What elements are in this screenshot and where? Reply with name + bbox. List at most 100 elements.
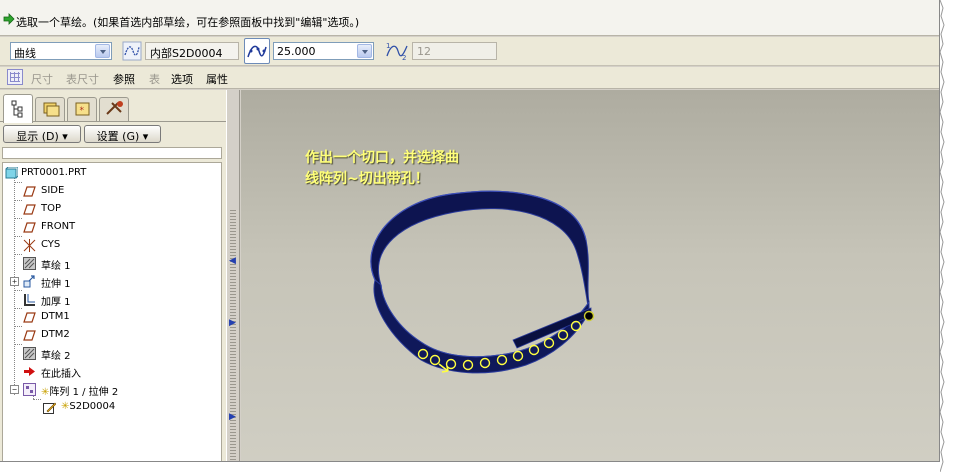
tree-item-thicken-1[interactable]: 加厚 1: [23, 292, 213, 308]
tab-properties[interactable]: 属性: [206, 71, 228, 87]
band-ring: [370, 190, 592, 374]
tree-item-top[interactable]: TOP: [23, 202, 213, 218]
tab-dimensions[interactable]: 尺寸: [31, 71, 53, 87]
tree-connector: [14, 236, 22, 237]
tree-item-side[interactable]: SIDE: [23, 184, 213, 200]
tree-connector: [14, 290, 22, 291]
pattern-type-select[interactable]: 曲线: [10, 42, 112, 60]
tree-item-s2d0004[interactable]: ✳S2D0004: [43, 400, 213, 416]
tree-connector: [14, 254, 22, 255]
tree-item-label: TOP: [41, 203, 62, 214]
tab-connections[interactable]: [99, 97, 129, 121]
dashboard-tabs: 尺寸 表尺寸 参照 表 选项 属性: [0, 67, 939, 89]
spacing-input[interactable]: 25.000: [273, 42, 374, 60]
connections-icon: [106, 101, 123, 115]
graphics-viewport[interactable]: 作出一个切口，并选择曲 线阵列~切出带孔！: [241, 90, 939, 461]
favorites-icon: *: [75, 102, 90, 116]
chevron-down-icon[interactable]: [357, 44, 372, 58]
member-count-icon[interactable]: 1 2: [385, 40, 409, 62]
tree-item-label: DTM1: [41, 311, 70, 322]
tree-item-pattern-1[interactable]: ✳阵列 1 / 拉伸 2: [23, 382, 213, 398]
pattern-icon: [23, 383, 36, 396]
extrude-icon: [23, 275, 35, 288]
datum-plane-icon: [23, 222, 36, 233]
curve-sketch-icon[interactable]: [122, 41, 142, 61]
application-window: 选取一个草绘。(如果首选内部草绘，可在参照面板中找到"编辑"选项。) 曲线 内部…: [0, 0, 940, 462]
tree-item-label: 草绘 2: [41, 351, 71, 362]
sketch-label: S2D0004: [69, 401, 116, 412]
splitter-grip[interactable]: [230, 210, 236, 460]
thicken-icon: [24, 294, 35, 306]
tree-connector: [14, 308, 22, 309]
tab-table-dimensions[interactable]: 表尺寸: [66, 71, 99, 87]
sketch-edit-icon: [43, 402, 56, 414]
insert-here-arrow-icon: [24, 367, 35, 376]
part-icon: [5, 167, 18, 179]
collapse-left-icon[interactable]: ◀: [229, 256, 237, 266]
datum-plane-icon: [23, 312, 36, 323]
member-count-field[interactable]: 12: [412, 42, 497, 60]
show-menu-button[interactable]: 显示 (D) ▾: [3, 125, 81, 143]
model-tree-icon: [11, 100, 23, 118]
tree-item-insert-here[interactable]: 在此插入: [23, 364, 213, 380]
tree-item-dtm1[interactable]: DTM1: [23, 310, 213, 326]
pattern-end-point: [583, 310, 595, 322]
navigator-panel: * 显示 (D) ▾ 设置 (G) ▾ PRT0001.PRT SIDE TOP…: [0, 90, 226, 461]
settings-menu-button[interactable]: 设置 (G) ▾: [84, 125, 161, 143]
tree-item-label: FRONT: [41, 221, 76, 232]
tree-item-label: ✳S2D0004: [61, 401, 115, 412]
expand-right-icon[interactable]: ▶: [229, 412, 237, 422]
panel-splitter[interactable]: ◀ ▶ ▶: [226, 90, 240, 461]
expand-toggle[interactable]: +: [10, 277, 19, 286]
tab-model-tree[interactable]: [3, 94, 33, 123]
tree-root-label: PRT0001.PRT: [21, 167, 87, 178]
sketch-reference-field[interactable]: 内部S2D0004: [145, 42, 239, 60]
tree-connector: [14, 218, 22, 219]
spacing-value: 25.000: [277, 45, 316, 58]
model-3d-view: [370, 190, 595, 374]
triangle-down-icon: ▾: [62, 130, 68, 143]
show-menu-label: 显示 (D): [16, 130, 59, 143]
torn-edge: [939, 0, 953, 472]
tree-item-extrude-1[interactable]: 拉伸 1: [23, 274, 213, 290]
tree-root[interactable]: PRT0001.PRT: [5, 166, 215, 182]
tree-connector: [14, 200, 22, 201]
tree-item-label: 在此插入: [41, 369, 81, 380]
tree-item-sketch-1[interactable]: 草绘 1: [23, 256, 213, 272]
tree-item-front[interactable]: FRONT: [23, 220, 213, 236]
torn-edge-shadow: [939, 0, 945, 472]
tab-favorites[interactable]: *: [67, 97, 97, 121]
datum-plane-icon: [23, 186, 36, 197]
collapse-toggle[interactable]: −: [10, 385, 19, 394]
pattern-type-value: 曲线: [14, 47, 36, 60]
tree-item-sketch-2[interactable]: 草绘 2: [23, 346, 213, 362]
tab-references[interactable]: 参照: [113, 71, 135, 87]
tab-options[interactable]: 选项: [171, 71, 193, 87]
chevron-down-icon[interactable]: [95, 44, 110, 58]
prompt-message: 选取一个草绘。(如果首选内部草绘，可在参照面板中找到"编辑"选项。): [16, 16, 360, 29]
tree-item-label: DTM2: [41, 329, 70, 340]
tree-connector: [14, 344, 22, 345]
svg-text:*: *: [80, 106, 85, 116]
spacing-toggle-button[interactable]: [244, 38, 270, 64]
tree-item-label: 拉伸 1: [41, 279, 71, 290]
tree-item-label: ✳阵列 1 / 拉伸 2: [41, 383, 118, 398]
prompt-arrow-icon: [3, 13, 15, 25]
datum-plane-icon: [23, 330, 36, 341]
tree-item-cys[interactable]: CYS: [23, 238, 213, 254]
message-bar: 选取一个草绘。(如果首选内部草绘，可在参照面板中找到"编辑"选项。): [0, 0, 939, 36]
settings-menu-label: 设置 (G): [96, 130, 140, 143]
spacing-curve-icon: [247, 45, 267, 58]
grid-table-icon[interactable]: [7, 69, 23, 85]
tree-column-header: [2, 147, 222, 159]
sketch-icon: [23, 257, 36, 270]
tab-table[interactable]: 表: [149, 71, 160, 87]
tree-item-label: CYS: [41, 239, 61, 250]
tree-item-dtm2[interactable]: DTM2: [23, 328, 213, 344]
member-count-value: 12: [417, 45, 431, 58]
triangle-down-icon: ▾: [142, 130, 149, 143]
tree-connector: [14, 182, 22, 183]
tab-folder-browser[interactable]: [35, 97, 65, 121]
expand-right-icon[interactable]: ▶: [229, 318, 237, 328]
sketch-icon: [23, 347, 36, 360]
